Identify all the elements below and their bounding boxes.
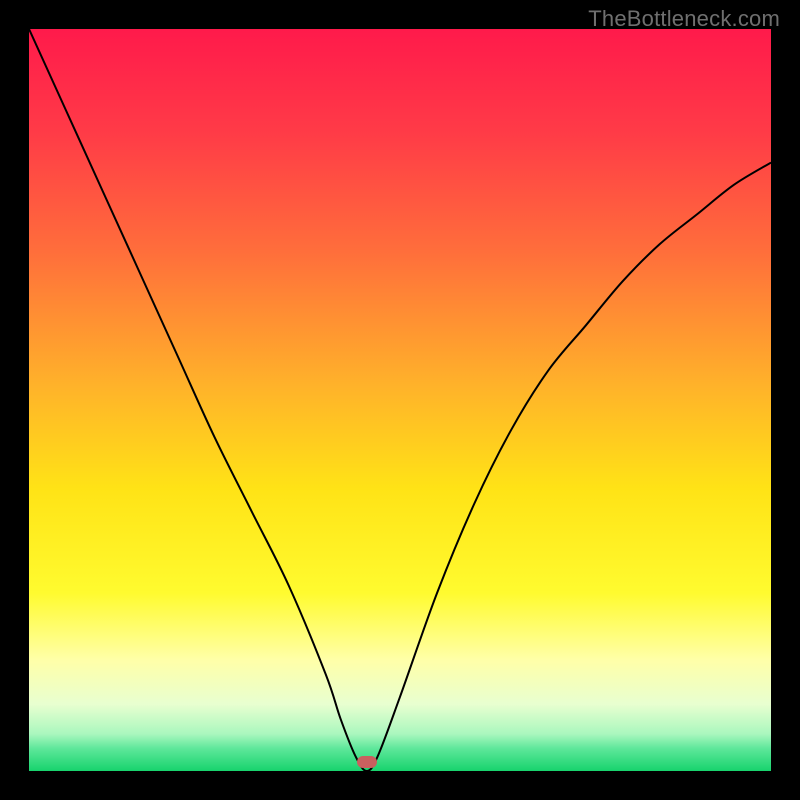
bottleneck-curve (29, 29, 771, 771)
chart-frame: TheBottleneck.com (0, 0, 800, 800)
plot-area (29, 29, 771, 771)
curve-layer (29, 29, 771, 771)
optimal-point-marker (357, 756, 377, 768)
